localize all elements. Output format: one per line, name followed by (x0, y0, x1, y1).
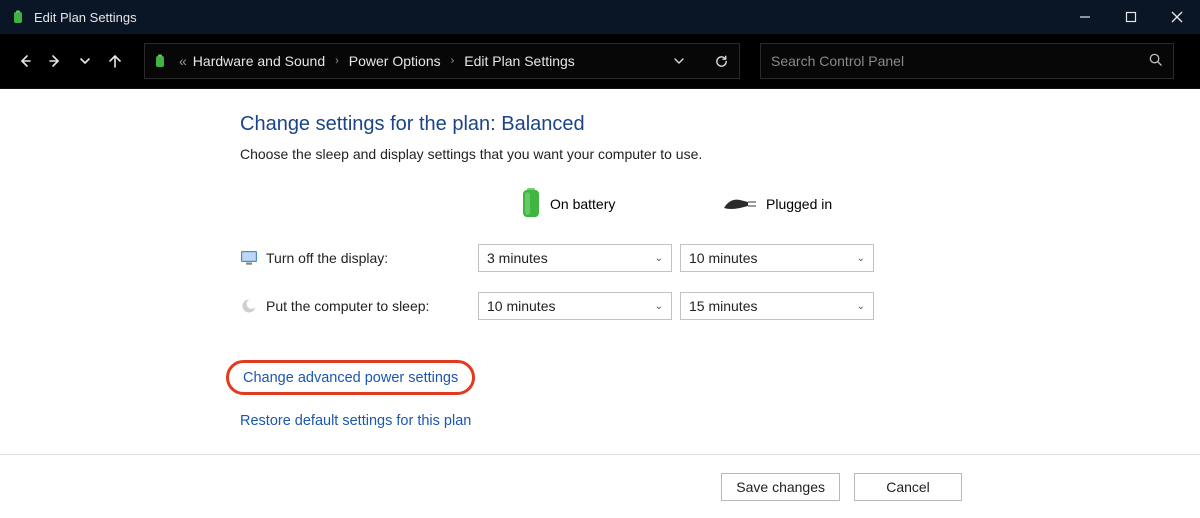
chevron-right-icon[interactable]: › (335, 55, 339, 67)
nav-back-button[interactable] (10, 46, 40, 76)
restore-defaults-link[interactable]: Restore default settings for this plan (240, 413, 1200, 429)
address-bar[interactable]: « Hardware and Sound › Power Options › E… (144, 43, 740, 79)
refresh-button[interactable] (703, 44, 739, 78)
row-display-label: Turn off the display: (240, 249, 470, 267)
sleep-plugged-value: 15 minutes (689, 298, 757, 314)
row-sleep-label: Put the computer to sleep: (240, 297, 470, 315)
advanced-settings-link[interactable]: Change advanced power settings (243, 370, 458, 386)
column-battery-label: On battery (550, 196, 615, 212)
sleep-battery-select[interactable]: 10 minutes ⌄ (478, 292, 672, 320)
chevron-down-icon: ⌄ (857, 301, 865, 312)
battery-icon (520, 186, 542, 223)
battery-app-icon (10, 9, 26, 25)
cancel-button[interactable]: Cancel (854, 473, 962, 501)
battery-location-icon (151, 52, 169, 70)
row-display-text: Turn off the display: (266, 250, 388, 266)
display-battery-select[interactable]: 3 minutes ⌄ (478, 244, 672, 272)
plug-icon (722, 192, 758, 217)
display-plugged-value: 10 minutes (689, 250, 757, 266)
chevron-down-icon: ⌄ (857, 253, 865, 264)
footer-bar: Save changes Cancel (0, 454, 1200, 518)
display-plugged-select[interactable]: 10 minutes ⌄ (680, 244, 874, 272)
breadcrumb-edit-plan[interactable]: Edit Plan Settings (464, 53, 575, 69)
column-header-battery: On battery (478, 184, 672, 224)
minimize-button[interactable] (1062, 0, 1108, 34)
chevron-down-icon: ⌄ (655, 253, 663, 264)
column-header-plugged: Plugged in (680, 184, 874, 224)
column-plugged-label: Plugged in (766, 196, 832, 212)
highlight-annotation: Change advanced power settings (226, 360, 475, 395)
search-box[interactable] (760, 43, 1174, 79)
search-icon[interactable] (1148, 52, 1163, 70)
maximize-button[interactable] (1108, 0, 1154, 34)
sleep-plugged-select[interactable]: 15 minutes ⌄ (680, 292, 874, 320)
row-sleep-text: Put the computer to sleep: (266, 298, 429, 314)
nav-history-dropdown[interactable] (70, 46, 100, 76)
monitor-icon (240, 249, 258, 267)
breadcrumb-power-options[interactable]: Power Options (349, 53, 441, 69)
nav-up-button[interactable] (100, 46, 130, 76)
address-dropdown-button[interactable] (661, 44, 697, 78)
titlebar: Edit Plan Settings (0, 0, 1200, 34)
breadcrumb-prefix[interactable]: « (179, 53, 187, 69)
chevron-down-icon: ⌄ (655, 301, 663, 312)
moon-icon (240, 297, 258, 315)
sleep-battery-value: 10 minutes (487, 298, 555, 314)
display-battery-value: 3 minutes (487, 250, 548, 266)
chevron-right-icon[interactable]: › (451, 55, 455, 67)
search-input[interactable] (771, 53, 1148, 69)
page-subtext: Choose the sleep and display settings th… (240, 146, 1200, 162)
save-button[interactable]: Save changes (721, 473, 840, 501)
page-heading: Change settings for the plan: Balanced (240, 113, 1200, 136)
close-button[interactable] (1154, 0, 1200, 34)
nav-forward-button[interactable] (40, 46, 70, 76)
breadcrumb-hardware[interactable]: Hardware and Sound (193, 53, 325, 69)
navbar: « Hardware and Sound › Power Options › E… (0, 34, 1200, 88)
window-title: Edit Plan Settings (34, 10, 137, 25)
